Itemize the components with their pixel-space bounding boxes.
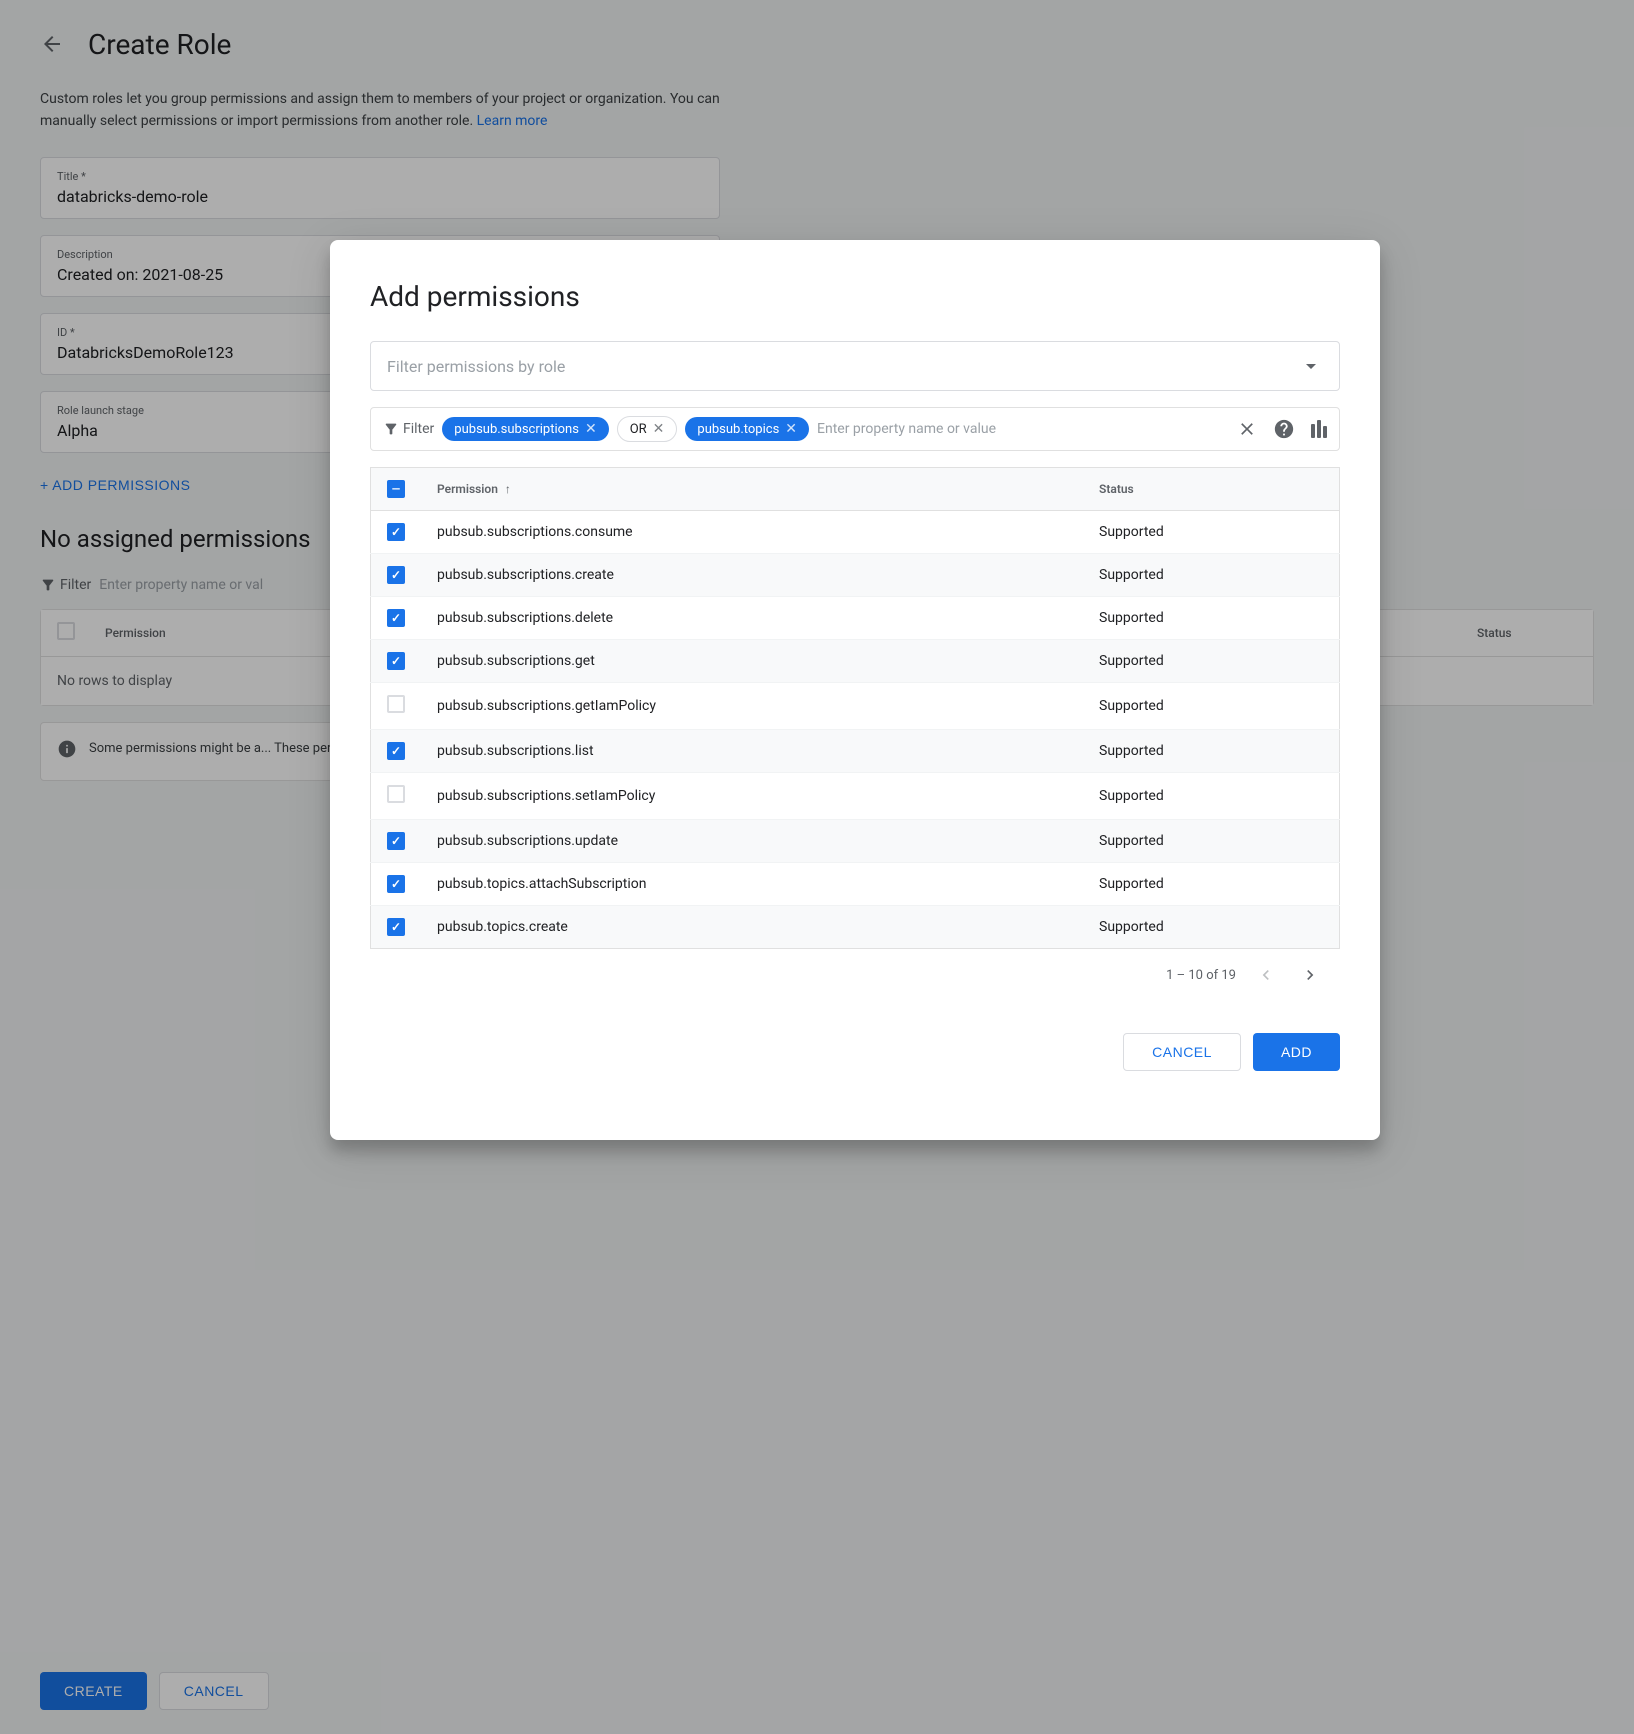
row-checkbox-1[interactable] bbox=[387, 566, 405, 584]
table-row: pubsub.subscriptions.deleteSupported bbox=[371, 597, 1340, 640]
row-checkbox-2[interactable] bbox=[387, 609, 405, 627]
row-permission-6: pubsub.subscriptions.setIamPolicy bbox=[421, 773, 1083, 820]
filter-chips-area: pubsub.subscriptions ✕ OR ✕ pubsub.topic… bbox=[442, 416, 1229, 442]
add-permissions-dialog: Add permissions Filter permissions by ro… bbox=[330, 240, 1380, 1140]
chevron-left-icon bbox=[1256, 965, 1276, 985]
next-page-button[interactable] bbox=[1296, 961, 1324, 989]
col-permission-header: Permission ↑ bbox=[421, 468, 1083, 511]
filter-label-dialog: Filter bbox=[383, 421, 434, 437]
chip-or-close[interactable]: ✕ bbox=[653, 421, 665, 437]
row-status-4: Supported bbox=[1083, 683, 1339, 730]
row-checkbox-6[interactable] bbox=[387, 785, 405, 803]
dialog-add-button[interactable]: ADD bbox=[1253, 1033, 1340, 1071]
chip-topics-close[interactable]: ✕ bbox=[785, 421, 797, 437]
row-permission-5: pubsub.subscriptions.list bbox=[421, 730, 1083, 773]
prev-page-button[interactable] bbox=[1252, 961, 1280, 989]
select-all-checkbox[interactable] bbox=[387, 480, 405, 498]
chip-subscriptions[interactable]: pubsub.subscriptions ✕ bbox=[442, 417, 608, 441]
filter-clear-button[interactable] bbox=[1237, 419, 1257, 439]
table-row: pubsub.topics.createSupported bbox=[371, 906, 1340, 949]
permissions-table: Permission ↑ Status pubsub.subscriptions… bbox=[370, 467, 1340, 949]
row-status-3: Supported bbox=[1083, 640, 1339, 683]
chip-topics[interactable]: pubsub.topics ✕ bbox=[685, 417, 809, 441]
row-permission-0: pubsub.subscriptions.consume bbox=[421, 511, 1083, 554]
row-checkbox-3[interactable] bbox=[387, 652, 405, 670]
table-row: pubsub.subscriptions.consumeSupported bbox=[371, 511, 1340, 554]
close-icon bbox=[1237, 419, 1257, 439]
row-checkbox-7[interactable] bbox=[387, 832, 405, 850]
row-status-6: Supported bbox=[1083, 773, 1339, 820]
row-permission-3: pubsub.subscriptions.get bbox=[421, 640, 1083, 683]
table-row: pubsub.subscriptions.createSupported bbox=[371, 554, 1340, 597]
sort-arrow-icon[interactable]: ↑ bbox=[505, 482, 511, 496]
row-permission-4: pubsub.subscriptions.getIamPolicy bbox=[421, 683, 1083, 730]
row-status-9: Supported bbox=[1083, 906, 1339, 949]
pagination: 1 – 10 of 19 bbox=[370, 949, 1340, 1001]
table-row: pubsub.topics.attachSubscriptionSupporte… bbox=[371, 863, 1340, 906]
dialog-actions: CANCEL ADD bbox=[370, 1033, 1340, 1071]
help-icon bbox=[1273, 418, 1295, 440]
filter-help-button[interactable] bbox=[1273, 418, 1295, 440]
filter-actions bbox=[1237, 418, 1327, 440]
table-row: pubsub.subscriptions.listSupported bbox=[371, 730, 1340, 773]
row-status-8: Supported bbox=[1083, 863, 1339, 906]
dialog-cancel-button[interactable]: CANCEL bbox=[1123, 1033, 1241, 1071]
table-row: pubsub.subscriptions.getIamPolicySupport… bbox=[371, 683, 1340, 730]
row-checkbox-0[interactable] bbox=[387, 523, 405, 541]
row-status-5: Supported bbox=[1083, 730, 1339, 773]
chevron-right-icon bbox=[1300, 965, 1320, 985]
row-checkbox-8[interactable] bbox=[387, 875, 405, 893]
row-permission-2: pubsub.subscriptions.delete bbox=[421, 597, 1083, 640]
row-status-2: Supported bbox=[1083, 597, 1339, 640]
columns-button[interactable] bbox=[1311, 420, 1327, 438]
row-checkbox-5[interactable] bbox=[387, 742, 405, 760]
columns-icon bbox=[1311, 420, 1327, 438]
filter-text: Filter bbox=[403, 421, 434, 437]
filter-input-placeholder[interactable]: Enter property name or value bbox=[817, 421, 1229, 437]
chip-or-label: OR bbox=[630, 422, 647, 437]
pagination-text: 1 – 10 of 19 bbox=[1166, 968, 1236, 983]
role-filter-placeholder: Filter permissions by role bbox=[387, 357, 565, 376]
row-permission-1: pubsub.subscriptions.create bbox=[421, 554, 1083, 597]
table-row: pubsub.subscriptions.updateSupported bbox=[371, 820, 1340, 863]
chip-subscriptions-close[interactable]: ✕ bbox=[585, 421, 597, 437]
dialog-filter-bar: Filter pubsub.subscriptions ✕ OR ✕ pubsu… bbox=[370, 407, 1340, 451]
row-status-7: Supported bbox=[1083, 820, 1339, 863]
row-status-1: Supported bbox=[1083, 554, 1339, 597]
row-status-0: Supported bbox=[1083, 511, 1339, 554]
dropdown-chevron-icon bbox=[1299, 354, 1323, 378]
header-checkbox-cell bbox=[371, 468, 422, 511]
row-checkbox-9[interactable] bbox=[387, 918, 405, 936]
chip-subscriptions-label: pubsub.subscriptions bbox=[454, 422, 579, 437]
row-permission-8: pubsub.topics.attachSubscription bbox=[421, 863, 1083, 906]
row-checkbox-4[interactable] bbox=[387, 695, 405, 713]
row-permission-9: pubsub.topics.create bbox=[421, 906, 1083, 949]
role-filter-dropdown[interactable]: Filter permissions by role bbox=[370, 341, 1340, 391]
row-permission-7: pubsub.subscriptions.update bbox=[421, 820, 1083, 863]
chip-topics-label: pubsub.topics bbox=[697, 422, 779, 437]
table-row: pubsub.subscriptions.getSupported bbox=[371, 640, 1340, 683]
dialog-title: Add permissions bbox=[370, 280, 1340, 313]
col-status-header: Status bbox=[1083, 468, 1339, 511]
chip-or: OR ✕ bbox=[617, 416, 678, 442]
filter-icon bbox=[383, 421, 399, 437]
table-row: pubsub.subscriptions.setIamPolicySupport… bbox=[371, 773, 1340, 820]
